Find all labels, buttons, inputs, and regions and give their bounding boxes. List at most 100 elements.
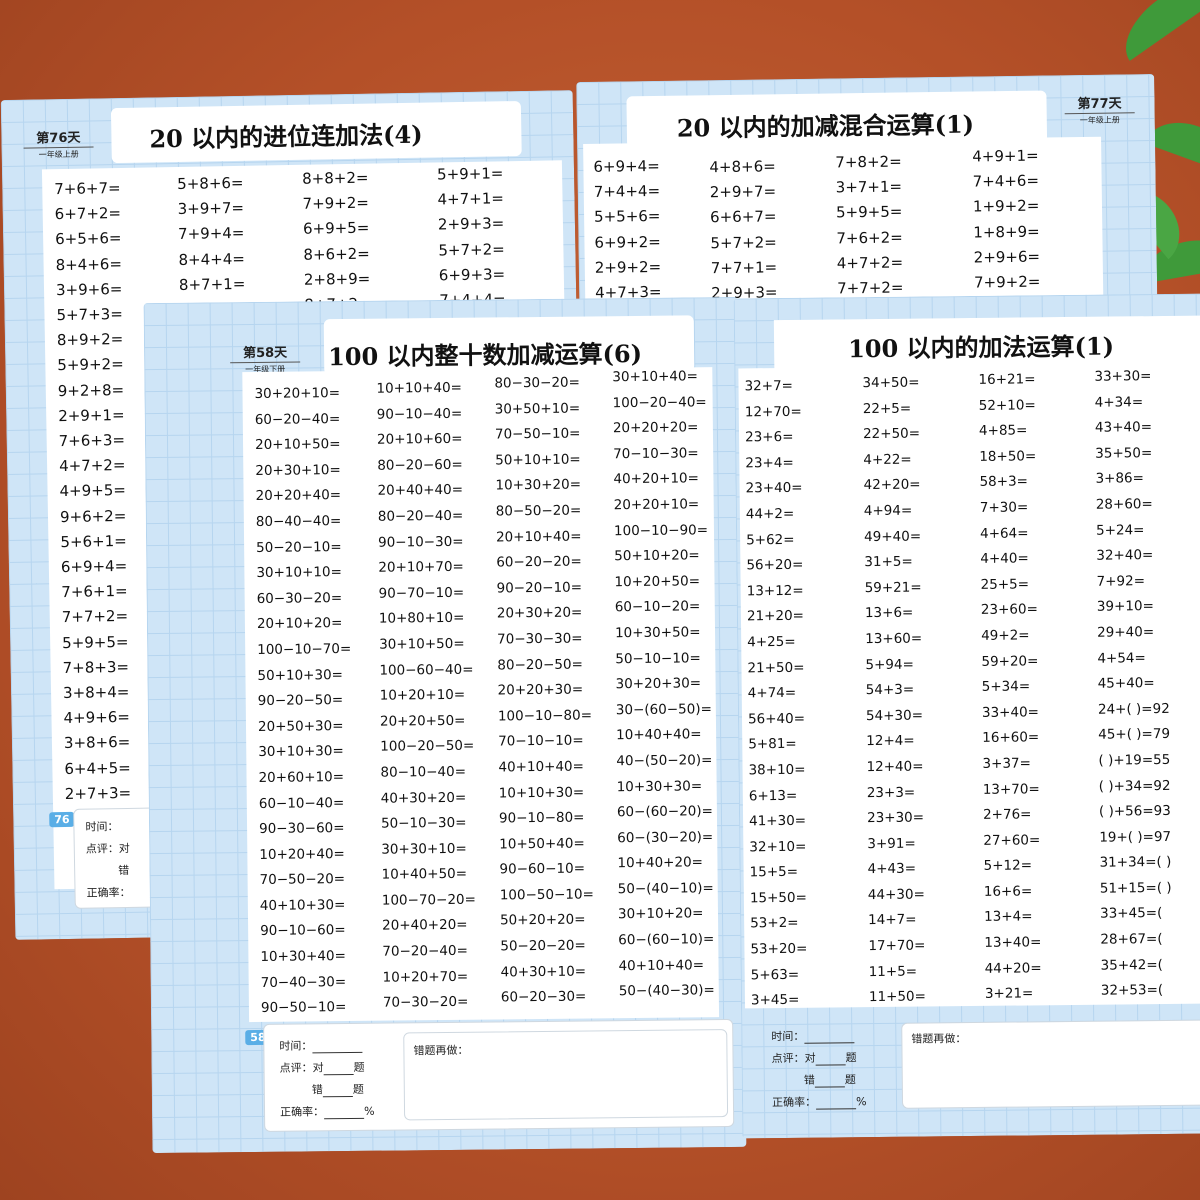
exercise-item: 10+20+40= bbox=[259, 845, 345, 863]
exercise-item: 33+45=( bbox=[1099, 905, 1163, 923]
exercise-item: 7+9+2= bbox=[302, 193, 370, 214]
exercise-item: 58+3= bbox=[979, 473, 1029, 491]
exercise-item: 1+8+9= bbox=[973, 222, 1040, 242]
exercise-item: 6+5+6= bbox=[54, 229, 122, 249]
exercise-item: 5+81= bbox=[748, 736, 797, 753]
exercise-item: 80−10−40= bbox=[380, 763, 467, 781]
exercise-item: 6+9+4= bbox=[60, 556, 128, 577]
exercise-item: 13+70= bbox=[982, 780, 1040, 798]
exercise-item: 4+74= bbox=[747, 684, 797, 702]
exercise-item: 60−30−20= bbox=[256, 589, 343, 607]
exercise-item: 90−10−80= bbox=[498, 809, 585, 827]
wrong-label: 错题 bbox=[312, 1081, 364, 1098]
exercise-item: 10+30+40= bbox=[260, 948, 346, 966]
exercise-item: 7+92= bbox=[1096, 572, 1146, 590]
exercise-item: 100−10−70= bbox=[257, 640, 352, 658]
exercise-item: 24+( )=92 bbox=[1097, 700, 1170, 718]
exercise-item: 6+4+5= bbox=[64, 758, 131, 778]
exercise-item: 4+85= bbox=[978, 422, 1028, 440]
exercise-item: 10+50+40= bbox=[499, 835, 585, 853]
exercise-item: 20+10+20= bbox=[256, 615, 343, 633]
exercise-item: 20+20+40= bbox=[255, 487, 342, 505]
page-number: 76 bbox=[49, 811, 75, 828]
exercise-item: 100−70−20= bbox=[381, 891, 476, 909]
exercise-item: 28+60= bbox=[1095, 496, 1153, 513]
exercise-item: 33+40= bbox=[981, 704, 1040, 721]
exercise-item: 23+3= bbox=[866, 784, 916, 801]
wrong-blank[interactable] bbox=[814, 1086, 845, 1088]
exercise-item: 3+37= bbox=[982, 755, 1031, 772]
exercise-item: 5+12= bbox=[983, 857, 1033, 875]
exercise-item: 90−50−10= bbox=[260, 999, 347, 1017]
exercise-column: 33+30= 4+34= 43+40= 35+50= 3+86= 28+60= 5+24= 3… bbox=[1094, 364, 1173, 1005]
day-badge: 第58天 一年级下册 bbox=[230, 341, 301, 376]
exercise-item: 16+60= bbox=[982, 729, 1040, 747]
exercise-item: 60−(60−20)= bbox=[616, 803, 714, 821]
redo-label: 错题再做： bbox=[413, 1043, 469, 1058]
exercise-item: 90−30−60= bbox=[258, 820, 345, 838]
day-badge: 第77天 一年级上册 bbox=[1064, 92, 1135, 127]
exercise-item: 11+50= bbox=[868, 988, 927, 1006]
exercise-item: 4+43= bbox=[867, 860, 917, 878]
exercise-item: 30+10+40= bbox=[612, 368, 698, 386]
exercise-item: 16+21= bbox=[978, 371, 1036, 388]
exercise-item: 5+8+6= bbox=[177, 173, 244, 193]
exercise-item: 5+7+3= bbox=[56, 304, 123, 325]
exercise-item: 23+40= bbox=[745, 480, 803, 497]
review-label: 点评：对 题 bbox=[771, 1049, 857, 1066]
exercise-item: 40+10+30= bbox=[259, 896, 346, 914]
exercise-item: 100−20−40= bbox=[612, 393, 707, 411]
page-title: 100 以内的加法运算(1) bbox=[847, 331, 1115, 364]
exercise-item: 3+9+6= bbox=[55, 279, 123, 299]
exercise-item: 22+50= bbox=[862, 425, 921, 443]
exercise-item: 25+5= bbox=[980, 576, 1030, 593]
exercise-item: 50+20+20= bbox=[499, 912, 586, 929]
exercise-item: 40+30+20= bbox=[380, 789, 467, 807]
exercise-column: 4+8+6= 2+9+7= 6+6+7= 5+7+2= 7+7+1= 2+9+3= bbox=[709, 154, 777, 306]
exercise-item: 10+40+20= bbox=[617, 854, 704, 872]
exercise-item: 29+40= bbox=[1097, 624, 1155, 641]
exercise-item: 4+7+2= bbox=[836, 253, 904, 273]
exercise-item: 8+9+2= bbox=[56, 330, 124, 350]
exercise-item: 3+8+4= bbox=[62, 682, 130, 703]
day-label: 第77天 bbox=[1077, 96, 1122, 113]
exercise-item: 6+9+5= bbox=[302, 219, 370, 239]
exercise-item: 90−20−10= bbox=[496, 579, 583, 597]
grade-label: 一年级上册 bbox=[23, 146, 94, 161]
exercise-item: 40+10+40= bbox=[498, 758, 585, 776]
wrong-label-text: 错 bbox=[311, 1083, 323, 1097]
exercise-item: 7+7+1= bbox=[710, 258, 778, 277]
exercise-item: 90−70−10= bbox=[378, 584, 465, 602]
exercise-item: 42+20= bbox=[863, 476, 921, 494]
exercise-item: 1+9+2= bbox=[972, 197, 1040, 216]
time-blank[interactable] bbox=[804, 1042, 855, 1044]
exercise-item: 7+6+1= bbox=[61, 582, 128, 602]
exercise-item: 60−20−40= bbox=[254, 410, 341, 428]
exercise-item: 5+63= bbox=[750, 966, 800, 983]
exercise-item: 70−30−20= bbox=[382, 994, 469, 1011]
exercise-item: 21+20= bbox=[746, 608, 805, 625]
exercise-item: ( )+34=92 bbox=[1098, 777, 1171, 795]
exercise-item: 8+6+2= bbox=[303, 244, 370, 264]
day-label: 第58天 bbox=[242, 345, 288, 362]
exercise-item: 23+60= bbox=[980, 601, 1038, 619]
accuracy-label-text: 正确率： bbox=[279, 1105, 325, 1119]
correct-blank[interactable] bbox=[815, 1064, 846, 1066]
front-left-page: 第58天 一年级下册 100 以内整十数加减运算(6) 30+20+10= 60−… bbox=[143, 296, 747, 1154]
exercise-item: 4+9+1= bbox=[972, 146, 1039, 166]
exercise-item: 11+5= bbox=[868, 963, 918, 980]
exercise-item: 50−(40−30)= bbox=[618, 982, 715, 1000]
exercise-item: 4+22= bbox=[863, 451, 912, 468]
exercise-item: 3+8+6= bbox=[63, 733, 131, 753]
exercise-item: 7+6+2= bbox=[836, 228, 903, 248]
exercise-item: 7+8+3= bbox=[62, 657, 130, 677]
grade-label: 一年级上册 bbox=[1064, 112, 1135, 127]
exercise-item: 2+9+6= bbox=[973, 247, 1041, 267]
exercise-item: 7+8+2= bbox=[835, 152, 902, 172]
exercise-column: 4+9+1= 7+4+6= 1+9+2= 1+8+9= 2+9+6= 7+9+2= bbox=[972, 144, 1040, 296]
time-label-text: 时间： bbox=[771, 1029, 805, 1044]
redo-label: 错题再做： bbox=[911, 1032, 967, 1046]
exercise-item: 70−20−40= bbox=[382, 942, 468, 960]
exercise-item: 16+6= bbox=[983, 883, 1033, 900]
accuracy-blank[interactable] bbox=[816, 1108, 857, 1110]
